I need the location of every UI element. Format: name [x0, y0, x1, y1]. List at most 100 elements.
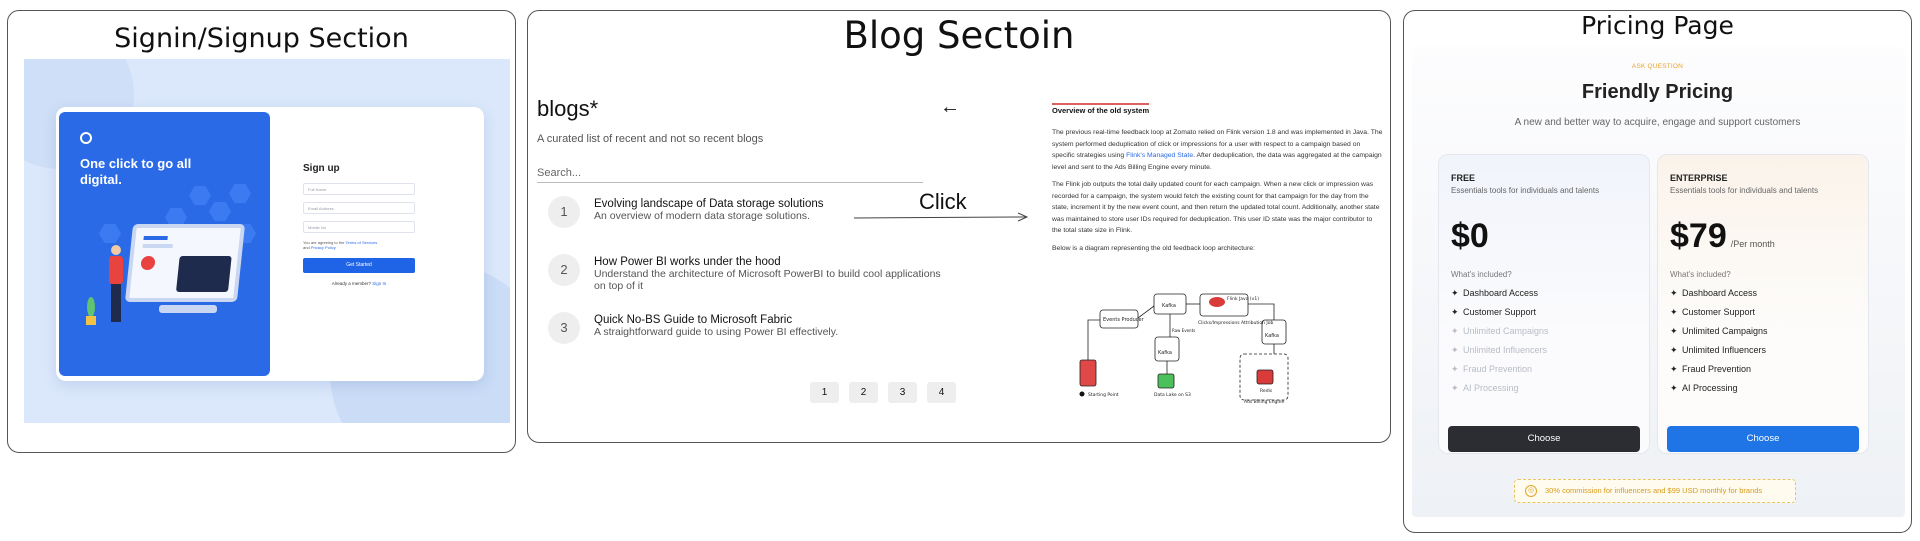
diagram-label-data-lake: Data Lake on S3	[1154, 392, 1191, 398]
logo-icon	[80, 132, 92, 144]
feature-item-disabled: ✦ Fraud Prevention	[1451, 364, 1637, 374]
feature-label: AI Processing	[1682, 383, 1738, 393]
price-value: $79	[1670, 217, 1727, 255]
flink-state-link[interactable]: Flink's Managed State	[1126, 152, 1193, 159]
pricing-tagline: A new and better way to acquire, engage …	[1514, 117, 1801, 128]
mobile-input[interactable]: Mobile No	[303, 221, 415, 233]
diagram-label-starting-point: Starting Point	[1088, 392, 1119, 398]
feature-label: Unlimited Campaigns	[1463, 326, 1549, 336]
post-title[interactable]: Evolving landscape of Data storage solut…	[594, 198, 954, 210]
blog-panel-title: Blog Sectoin	[843, 14, 1075, 57]
sparkle-icon: ✦	[1670, 364, 1678, 374]
pricing-panel: Pricing Page ASK QUESTION Friendly Prici…	[1403, 10, 1912, 533]
plan-subtitle: Essentials tools for individuals and tal…	[1670, 186, 1819, 195]
pricing-panel-title: Pricing Page	[1581, 11, 1734, 40]
sparkle-icon: ✦	[1670, 288, 1678, 298]
feature-item: ✦ Unlimited Campaigns	[1670, 326, 1856, 336]
feature-label: AI Processing	[1463, 383, 1519, 393]
monitor-illustration	[124, 224, 246, 302]
page-button-2[interactable]: 2	[849, 382, 878, 403]
feature-label: Dashboard Access	[1463, 288, 1539, 298]
blog-panel: Blog Sectoin blogs* A curated list of re…	[527, 10, 1391, 443]
blog-heading: blogs*	[537, 96, 599, 121]
signin-card: One click to go all digital. Sign up Ful…	[56, 107, 484, 381]
commission-text: 30% commission for influencers and $99 U…	[1545, 486, 1763, 495]
search-input[interactable]: Search...	[537, 167, 923, 183]
feature-label: Customer Support	[1682, 307, 1756, 317]
article-preview: Overview of the old system The previous …	[1052, 100, 1383, 260]
post-description: A straightforward guide to using Power B…	[594, 326, 839, 338]
plan-price: $79/Per month	[1670, 217, 1856, 256]
sparkle-icon: ✦	[1451, 345, 1459, 355]
feature-label: Fraud Prevention	[1463, 364, 1533, 374]
feature-item-disabled: ✦ AI Processing	[1451, 383, 1637, 393]
hexagon-decoration	[189, 186, 211, 205]
full-name-input[interactable]: Full Name	[303, 183, 415, 195]
feature-item: ✦ AI Processing	[1670, 383, 1856, 393]
privacy-link[interactable]: Privacy Policy	[311, 245, 336, 250]
hexagon-decoration	[229, 184, 251, 203]
post-description: Understand the architecture of Microsoft…	[594, 268, 941, 292]
feature-item-disabled: ✦ Unlimited Influencers	[1451, 345, 1637, 355]
feature-label: Unlimited Campaigns	[1682, 326, 1768, 336]
arrow-right-icon	[854, 212, 1029, 222]
article-paragraph-3: Below is a diagram representing the old …	[1052, 244, 1255, 252]
choose-free-button[interactable]: Choose	[1448, 426, 1640, 452]
feature-label: Unlimited Influencers	[1463, 345, 1548, 355]
hexagon-decoration	[99, 224, 121, 243]
page-button-1[interactable]: 1	[810, 382, 839, 403]
ask-question-link[interactable]: ASK QUESTION	[1404, 63, 1911, 70]
page-button-4[interactable]: 4	[927, 382, 956, 403]
post-number: 1	[548, 196, 580, 228]
architecture-diagram: Events Producer Kafka Flink Java (v1) Cl…	[1052, 282, 1352, 410]
diagram-label-redis: Redis	[1260, 388, 1273, 394]
feature-label: Fraud Prevention	[1682, 364, 1752, 374]
hero-text: One click to go all digital.	[80, 156, 192, 187]
redis-icon	[1256, 369, 1274, 385]
sparkle-icon: ✦	[1451, 307, 1459, 317]
included-label: What's included?	[1451, 270, 1512, 279]
feature-item: ✦ Fraud Prevention	[1670, 364, 1856, 374]
included-label: What's included?	[1670, 270, 1731, 279]
sparkle-icon: ✦	[1670, 307, 1678, 317]
already-member-text: Already a member? Sign In	[303, 281, 415, 286]
coin-icon: ◎	[1525, 485, 1537, 497]
sparkle-icon: ✦	[1451, 364, 1459, 374]
signin-background: One click to go all digital. Sign up Ful…	[24, 59, 510, 423]
form-title: Sign up	[303, 163, 340, 174]
feature-label: Dashboard Access	[1682, 288, 1758, 298]
plan-card-enterprise: ENTERPRISE Essentials tools for individu…	[1657, 154, 1869, 454]
sparkle-icon: ✦	[1451, 383, 1459, 393]
diagram-label-flink-job: Flink Java (v1)	[1227, 296, 1259, 302]
feature-item: ✦ Unlimited Influencers	[1670, 345, 1856, 355]
post-title[interactable]: Quick No-BS Guide to Microsoft Fabric	[594, 314, 954, 326]
signin-panel-title: Signin/Signup Section	[114, 23, 409, 54]
starting-point-dot	[1079, 391, 1085, 397]
diagram-label-flink-sub: Clicks/Impressions Attribution Job	[1198, 320, 1273, 326]
plan-name: ENTERPRISE	[1670, 173, 1728, 183]
plan-card-free: FREE Essentials tools for individuals an…	[1438, 154, 1650, 454]
post-number: 3	[548, 312, 580, 344]
diagram-label-events-producer: Events Producer	[1103, 317, 1145, 323]
post-number: 2	[548, 254, 580, 286]
flink-squirrel-icon	[1209, 297, 1225, 307]
signin-panel: Signin/Signup Section One click to go al…	[7, 10, 516, 453]
pricing-heading: Friendly Pricing	[1581, 81, 1734, 103]
diagram-label-raw-events: Raw Events	[1172, 328, 1195, 333]
page-button-3[interactable]: 3	[888, 382, 917, 403]
plan-subtitle: Essentials tools for individuals and tal…	[1451, 186, 1600, 195]
article-heading: Overview of the old system	[1052, 103, 1150, 115]
sparkle-icon: ✦	[1670, 383, 1678, 393]
choose-enterprise-button[interactable]: Choose	[1667, 426, 1859, 452]
plant-illustration	[84, 297, 98, 325]
sign-in-link[interactable]: Sign In	[372, 281, 386, 286]
post-title[interactable]: How Power BI works under the hood	[594, 256, 954, 268]
phone-icon	[1079, 359, 1097, 387]
arrow-left-icon[interactable]: ←	[940, 96, 960, 119]
terms-link[interactable]: Terms of Services	[346, 240, 378, 245]
terms-and: and	[303, 245, 310, 250]
get-started-button[interactable]: Get Started	[303, 258, 415, 273]
feature-item-disabled: ✦ Unlimited Campaigns	[1451, 326, 1637, 336]
email-input[interactable]: Email Address	[303, 202, 415, 214]
blog-subheading: A curated list of recent and not so rece…	[537, 133, 764, 145]
